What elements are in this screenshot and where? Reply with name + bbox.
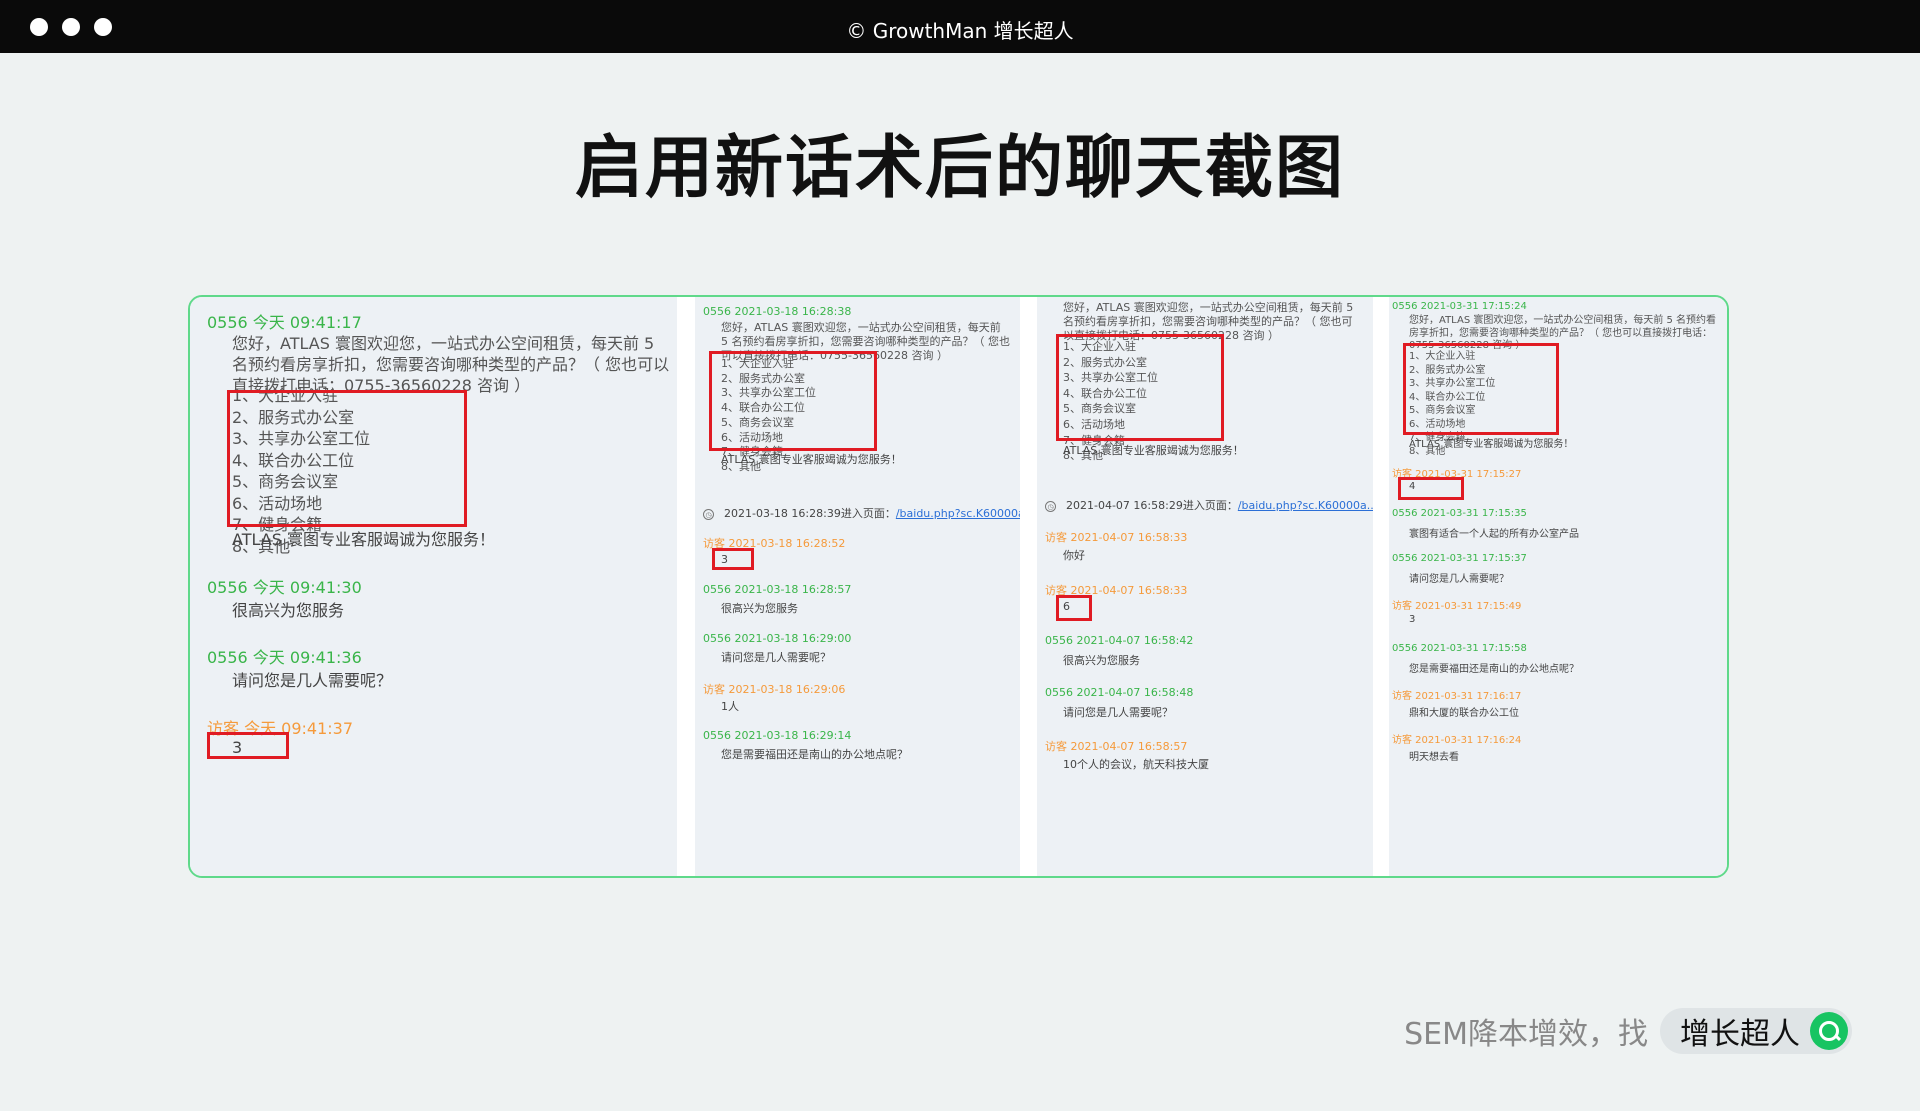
brand-pill-label: 增长超人	[1680, 1017, 1800, 1052]
closing-text: ATLAS 寰图专业客服竭诚为您服务！	[1063, 444, 1244, 457]
message-text: 很高兴为您服务	[721, 602, 798, 615]
visit-link[interactable]: /baidu.php?sc.K60000a...	[1238, 499, 1373, 512]
visit-line: ◷ 2021-04-07 16:58:29进入页面：/baidu.php?sc.K…	[1045, 497, 1373, 513]
message-head: 0556 今天 09:41:30	[207, 578, 362, 597]
message-text: 你好	[1063, 549, 1085, 562]
highlight-box	[1398, 477, 1464, 500]
message-head: 0556 2021-03-31 17:15:35	[1392, 508, 1527, 519]
message-head-visitor: 访客 2021-03-18 16:29:06	[703, 683, 846, 696]
page-title: 启用新话术后的聊天截图	[574, 129, 1345, 208]
message-text: 请问您是几人需要呢？	[721, 651, 831, 664]
closing-text: ATLAS 寰图专业客服竭诚为您服务！	[1409, 439, 1574, 450]
message-text: 3	[1409, 614, 1416, 625]
visit-text: 2021-04-07 16:58:29进入页面：	[1066, 499, 1238, 512]
chat-panel-1: 0556 今天 09:41:17 您好，ATLAS 寰图欢迎您，一站式办公空间租…	[190, 297, 677, 876]
message-text: 请问您是几人需要呢？	[1409, 574, 1509, 585]
message-text: 很高兴为您服务	[1063, 654, 1140, 667]
window-titlebar: © GrowthMan 增长超人	[0, 0, 1920, 53]
message-head: 0556 2021-04-07 16:58:42	[1045, 634, 1194, 647]
closing-text: ATLAS 寰图专业客服竭诚为您服务！	[232, 530, 495, 549]
message-head-visitor: 访客 2021-03-31 17:16:24	[1392, 735, 1522, 746]
message-text: 请问您是几人需要呢？	[232, 671, 393, 690]
message-head-visitor: 访客 2021-04-07 16:58:33	[1045, 531, 1188, 544]
message-head: 0556 2021-03-18 16:29:14	[703, 729, 852, 742]
footer-promo: SEM降本增效，找 增长超人	[1404, 1008, 1852, 1054]
highlight-box	[709, 351, 877, 451]
visit-line: ◷ 2021-03-18 16:28:39进入页面：/baidu.php?sc.K…	[703, 505, 1020, 521]
message-text: 寰图有适合一个人起的所有办公室产品	[1409, 529, 1579, 540]
footer-text: SEM降本增效，找	[1404, 1017, 1648, 1052]
chat-panel-2: 0556 2021-03-18 16:28:38 您好，ATLAS 寰图欢迎您，…	[695, 297, 1020, 876]
message-head: 0556 2021-04-07 16:58:48	[1045, 686, 1194, 699]
message-text: 请问您是几人需要呢？	[1063, 706, 1173, 719]
message-head: 0556 2021-03-18 16:28:38	[703, 305, 852, 318]
highlight-box	[1403, 343, 1559, 435]
message-text: 10个人的会议，航天科技大厦	[1063, 758, 1209, 771]
highlight-box	[207, 732, 289, 759]
message-head-visitor: 访客 2021-03-31 17:16:17	[1392, 691, 1522, 702]
window-title: © GrowthMan 增长超人	[846, 19, 1074, 43]
message-head-visitor: 访客 2021-03-31 17:15:49	[1392, 601, 1522, 612]
message-head: 0556 今天 09:41:17	[207, 313, 362, 332]
chat-panel-4: 0556 2021-03-31 17:15:24 您好，ATLAS 寰图欢迎您，…	[1389, 297, 1727, 876]
screenshot-frame: 0556 今天 09:41:17 您好，ATLAS 寰图欢迎您，一站式办公空间租…	[188, 295, 1729, 878]
message-text: 您是需要福田还是南山的办公地点呢？	[721, 748, 908, 761]
highlight-box	[1056, 334, 1224, 441]
message-head: 0556 2021-03-31 17:15:24	[1392, 301, 1527, 312]
message-text: 鼎和大厦的联合办公工位	[1409, 708, 1519, 719]
message-head: 0556 今天 09:41:36	[207, 648, 362, 667]
message-text: 很高兴为您服务	[232, 601, 345, 620]
visit-link[interactable]: /baidu.php?sc.K60000a...	[896, 507, 1020, 520]
clock-icon: ◷	[1045, 501, 1056, 512]
clock-icon: ◷	[703, 509, 714, 520]
message-head: 0556 2021-03-18 16:29:00	[703, 632, 852, 645]
brand-pill[interactable]: 增长超人	[1660, 1008, 1852, 1054]
message-head: 0556 2021-03-31 17:15:58	[1392, 643, 1527, 654]
message-head: 0556 2021-03-31 17:15:37	[1392, 553, 1527, 564]
highlight-box	[1056, 595, 1092, 621]
highlight-box	[712, 548, 754, 570]
message-text: 您是需要福田还是南山的办公地点呢？	[1409, 664, 1579, 675]
message-text: 1人	[721, 700, 739, 713]
visit-text: 2021-03-18 16:28:39进入页面：	[724, 507, 896, 520]
message-text: 明天想去看	[1409, 752, 1459, 763]
search-icon	[1810, 1012, 1848, 1050]
chat-panel-3: 您好，ATLAS 寰图欢迎您，一站式办公空间租赁，每天前 5 名预约看房享折扣，…	[1037, 297, 1373, 876]
message-head-visitor: 访客 2021-04-07 16:58:57	[1045, 740, 1188, 753]
closing-text: ATLAS 寰图专业客服竭诚为您服务！	[721, 453, 902, 466]
message-head: 0556 2021-03-18 16:28:57	[703, 583, 852, 596]
highlight-box	[227, 390, 467, 527]
